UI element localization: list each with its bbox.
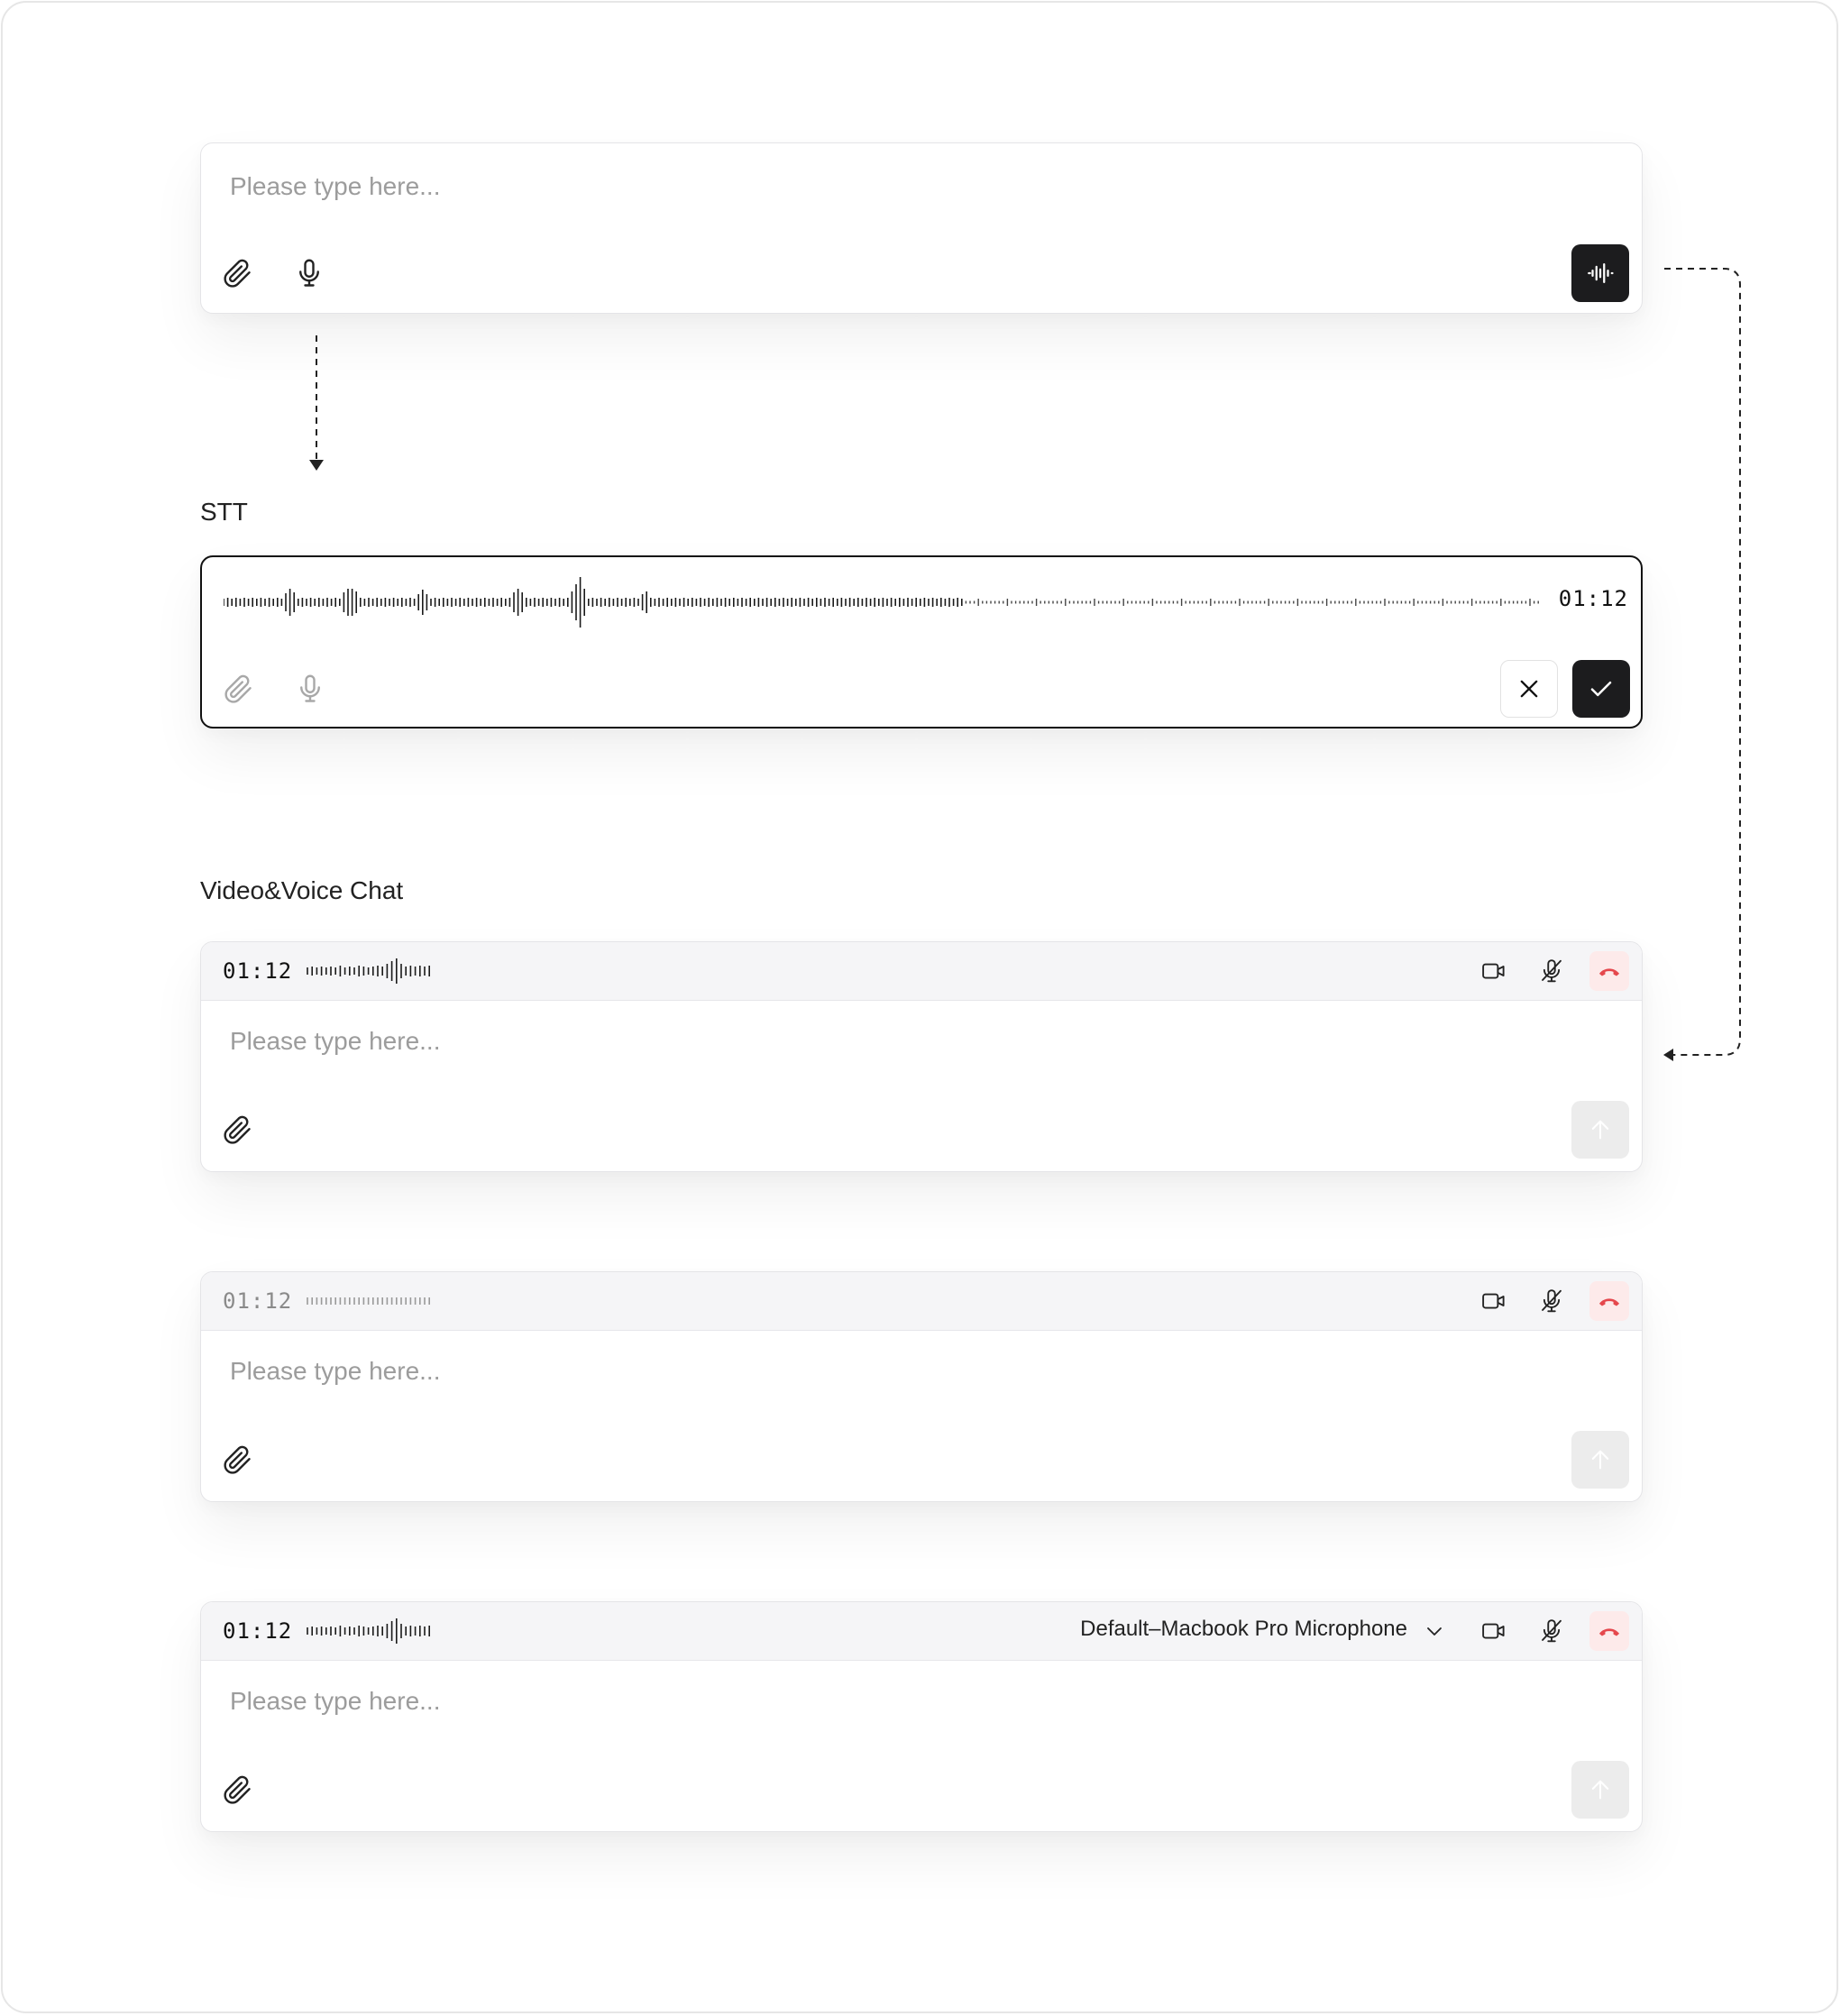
hang-up-icon bbox=[1598, 1628, 1620, 1636]
video-camera-icon[interactable] bbox=[1476, 1613, 1512, 1649]
call-waveform bbox=[307, 958, 430, 984]
microphone-icon bbox=[281, 660, 339, 718]
hang-up-icon bbox=[1598, 1298, 1620, 1306]
call-panel-muted: 01:12 Please type here... bbox=[200, 1271, 1643, 1502]
send-button[interactable] bbox=[1571, 1101, 1629, 1159]
call-waveform bbox=[307, 1297, 430, 1305]
message-input[interactable]: Please type here... bbox=[230, 1027, 440, 1056]
paperclip-icon bbox=[209, 660, 267, 718]
video-camera-icon[interactable] bbox=[1476, 1283, 1512, 1319]
send-button[interactable] bbox=[1571, 1431, 1629, 1489]
chat-composer: Please type here... bbox=[200, 142, 1643, 314]
cancel-recording-button[interactable] bbox=[1500, 660, 1558, 718]
recording-timer: 01:12 bbox=[1558, 586, 1628, 611]
call-timer: 01:12 bbox=[223, 958, 293, 984]
message-input[interactable]: Please type here... bbox=[230, 1357, 440, 1386]
video-camera-icon[interactable] bbox=[1476, 953, 1512, 989]
send-arrow-icon bbox=[1591, 1450, 1609, 1470]
confirm-recording-button[interactable] bbox=[1572, 660, 1630, 718]
hang-up-button[interactable] bbox=[1589, 1611, 1629, 1651]
microphone-muted-icon[interactable] bbox=[1534, 1283, 1570, 1319]
voice-chat-button[interactable] bbox=[1571, 244, 1629, 302]
chevron-down-icon[interactable] bbox=[1416, 1613, 1452, 1649]
send-arrow-icon bbox=[1591, 1780, 1609, 1800]
waveform-icon bbox=[1588, 262, 1614, 284]
paperclip-icon[interactable] bbox=[208, 1431, 266, 1489]
hang-up-button[interactable] bbox=[1589, 951, 1629, 991]
call-status-bar: 01:12 bbox=[201, 942, 1642, 1001]
call-panel-device: 01:12 Default–Macbook Pro Microphone Ple… bbox=[200, 1601, 1643, 1832]
hang-up-icon bbox=[1598, 968, 1620, 976]
microphone-device-select[interactable]: Default–Macbook Pro Microphone bbox=[1080, 1617, 1407, 1642]
call-timer: 01:12 bbox=[223, 1288, 293, 1314]
stt-recorder: 01:12 bbox=[200, 555, 1643, 729]
microphone-muted-icon[interactable] bbox=[1534, 953, 1570, 989]
section-label-stt: STT bbox=[200, 498, 248, 526]
recording-waveform bbox=[224, 577, 1539, 628]
paperclip-icon[interactable] bbox=[208, 1761, 266, 1819]
call-status-bar: 01:12 Default–Macbook Pro Microphone bbox=[201, 1602, 1642, 1661]
section-label-video-voice: Video&Voice Chat bbox=[200, 876, 404, 904]
message-input[interactable]: Please type here... bbox=[230, 1687, 440, 1716]
call-timer: 01:12 bbox=[223, 1618, 293, 1644]
message-input[interactable]: Please type here... bbox=[230, 172, 440, 201]
send-button[interactable] bbox=[1571, 1761, 1629, 1819]
check-icon bbox=[1590, 681, 1612, 697]
paperclip-icon[interactable] bbox=[208, 1101, 266, 1159]
call-status-bar: 01:12 bbox=[201, 1272, 1642, 1331]
microphone-icon[interactable] bbox=[280, 244, 338, 302]
call-waveform bbox=[307, 1618, 430, 1644]
microphone-muted-icon[interactable] bbox=[1534, 1613, 1570, 1649]
call-panel-active: 01:12 Please type here... bbox=[200, 941, 1643, 1172]
paperclip-icon[interactable] bbox=[208, 244, 266, 302]
close-icon bbox=[1520, 680, 1538, 698]
hang-up-button[interactable] bbox=[1589, 1281, 1629, 1321]
send-arrow-icon bbox=[1591, 1120, 1609, 1140]
